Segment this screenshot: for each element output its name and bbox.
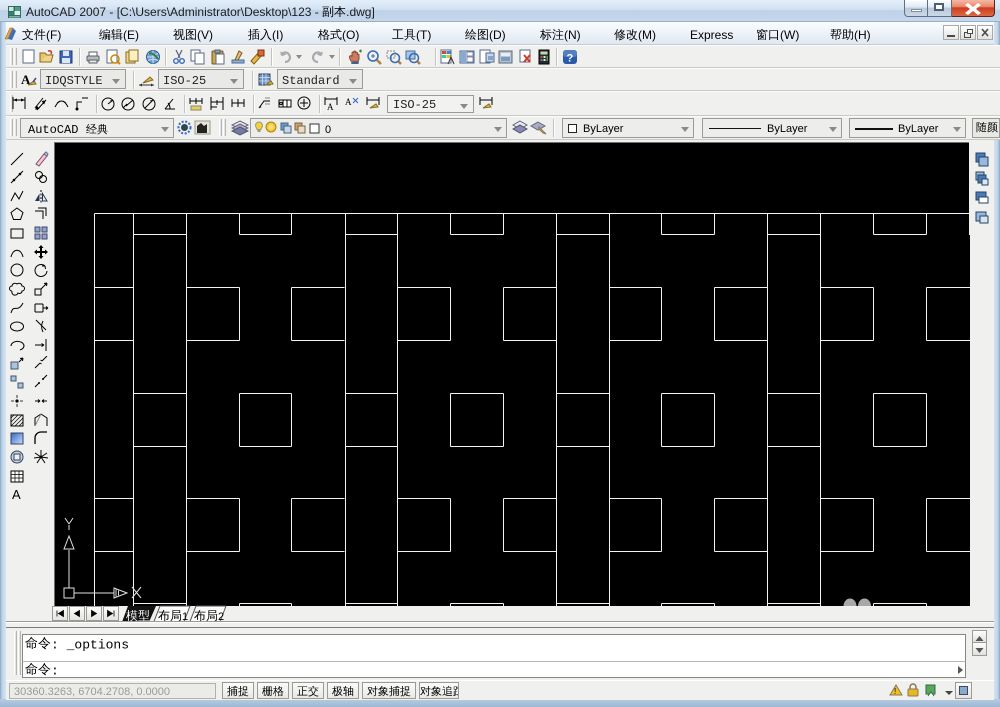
svg-text:A: A (12, 487, 21, 502)
svg-text:0: 0 (325, 124, 331, 136)
svg-text:A: A (327, 102, 334, 112)
svg-text:A: A (345, 97, 352, 107)
svg-text:!: ! (894, 687, 896, 696)
svg-text:?: ? (567, 53, 574, 65)
